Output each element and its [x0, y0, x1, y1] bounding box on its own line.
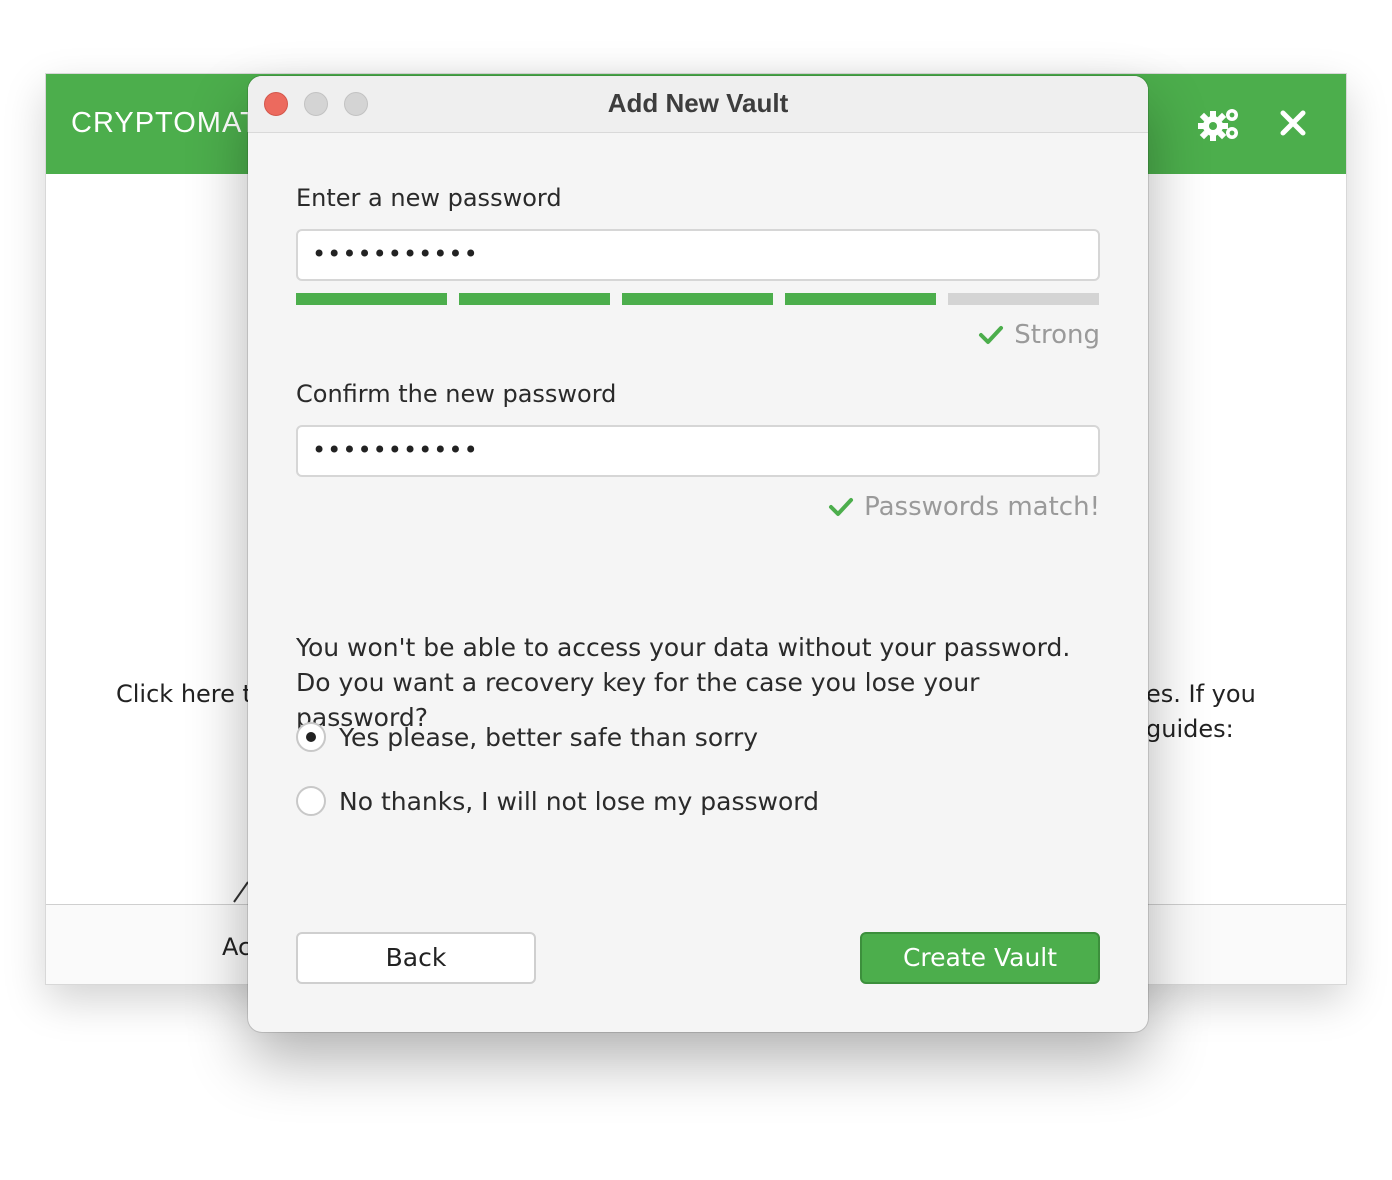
- password-match-status: Passwords match!: [828, 492, 1100, 522]
- confirm-password-label: Confirm the new password: [296, 380, 617, 408]
- recovery-question: You won't be able to access your data wi…: [296, 633, 1071, 732]
- strength-segment-3: [622, 293, 773, 305]
- strength-segment-4: [785, 293, 936, 305]
- radio-button-no[interactable]: [296, 786, 326, 816]
- dialog-titlebar: Add New Vault: [248, 76, 1148, 133]
- background-text-right-1: es. If you: [1146, 680, 1256, 708]
- page: CRYPTOMAT Click here t es. If you guides…: [0, 0, 1392, 1180]
- background-text-left: Click here t: [116, 680, 252, 708]
- gears-icon: [1198, 109, 1238, 141]
- confirm-password-field[interactable]: •••••••••••: [296, 425, 1100, 477]
- radio-button-yes[interactable]: [296, 722, 326, 752]
- match-text: Passwords match!: [864, 492, 1100, 522]
- password-field[interactable]: •••••••••••: [296, 229, 1100, 281]
- background-text-right-2: guides:: [1146, 715, 1234, 743]
- app-logo: CRYPTOMAT: [71, 107, 259, 139]
- recovery-option-yes-label: Yes please, better safe than sorry: [339, 722, 759, 752]
- back-button[interactable]: Back: [296, 932, 536, 984]
- recovery-option-no[interactable]: No thanks, I will not lose my password: [296, 786, 819, 816]
- checkmark-icon: [829, 498, 854, 516]
- password-strength-status: Strong: [978, 320, 1100, 350]
- strength-segment-2: [459, 293, 610, 305]
- password-label: Enter a new password: [296, 184, 562, 212]
- create-vault-button[interactable]: Create Vault: [860, 932, 1100, 984]
- checkmark-icon: [979, 326, 1004, 344]
- strength-segment-5: [948, 293, 1099, 305]
- close-x-icon: [1280, 110, 1306, 136]
- add-vault-dialog: Add New Vault Enter a new password •••••…: [248, 76, 1148, 1032]
- recovery-option-no-label: No thanks, I will not lose my password: [339, 786, 819, 816]
- dialog-title: Add New Vault: [607, 88, 789, 118]
- strength-text: Strong: [1014, 320, 1100, 350]
- footer-add-vault-partial[interactable]: Ac: [222, 933, 251, 961]
- settings-button[interactable]: [1198, 106, 1242, 142]
- strength-segment-1: [296, 293, 447, 305]
- close-button[interactable]: [1278, 108, 1308, 138]
- recovery-option-yes[interactable]: Yes please, better safe than sorry: [296, 722, 758, 752]
